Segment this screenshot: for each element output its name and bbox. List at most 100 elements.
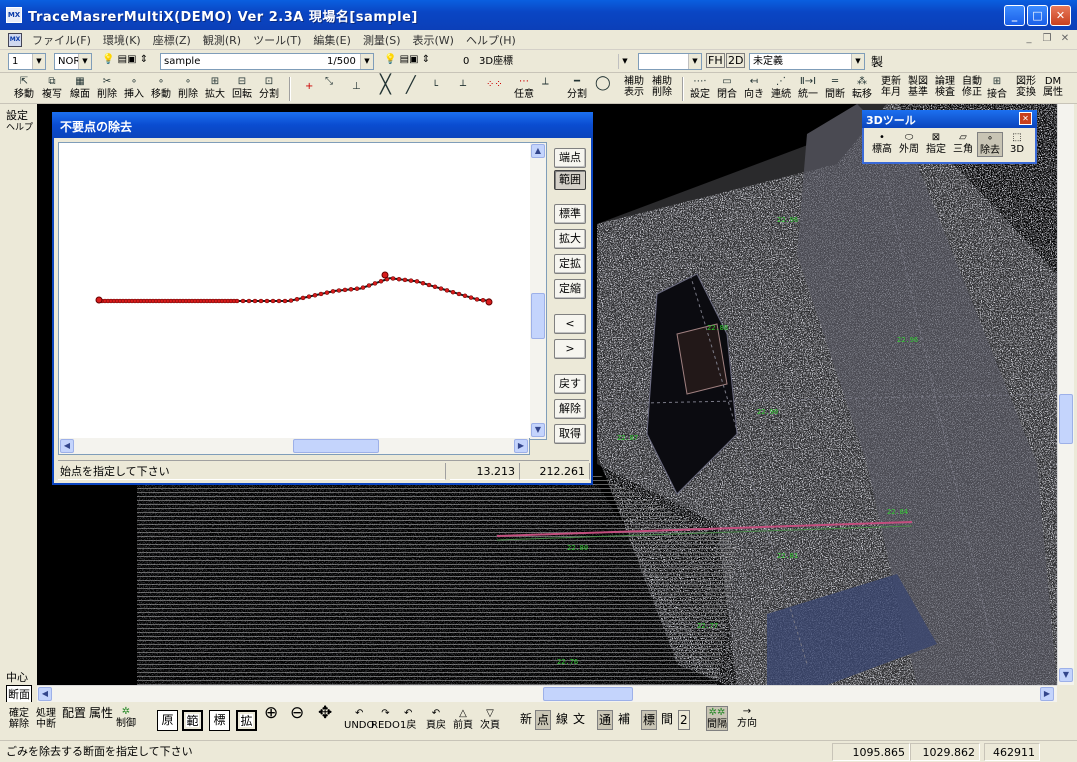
document-icon[interactable]: MX <box>8 32 22 47</box>
delete-point-button[interactable]: ∘ 削除 <box>178 76 198 100</box>
profile-point[interactable] <box>342 287 348 293</box>
elevation-tool-button[interactable]: • 標高 <box>869 132 895 155</box>
mdi-minimize-icon[interactable]: _ <box>1022 32 1036 46</box>
profile-point[interactable] <box>240 298 246 304</box>
bulb-icon[interactable]: 💡 <box>102 54 114 65</box>
profile-point[interactable] <box>336 288 342 293</box>
layer-name-combo[interactable]: sample 1/500 ▼ <box>160 53 374 70</box>
profile-point[interactable] <box>330 289 336 294</box>
acquire-button[interactable]: 取得 <box>554 424 586 444</box>
menu-edit[interactable]: 編集(E) <box>307 32 357 48</box>
profile-point[interactable] <box>306 294 312 299</box>
dialog-hscroll-thumb[interactable] <box>293 439 379 453</box>
profile-point[interactable] <box>276 298 282 304</box>
confirm-release-button[interactable]: 確定解除 <box>8 708 30 730</box>
profile-endpoint[interactable] <box>95 296 103 304</box>
perpendicular-button[interactable]: ⊥ <box>352 81 361 94</box>
scroll-up-icon[interactable]: ▲ <box>531 144 545 158</box>
release-button[interactable]: 解除 <box>554 399 586 419</box>
scroll-right-icon[interactable]: ▶ <box>1040 687 1054 701</box>
mode-line[interactable]: 線 <box>555 710 569 728</box>
section-button[interactable]: 断面 <box>6 685 32 703</box>
layer-visibility-icons[interactable]: 💡 ▤▣ ⇕ <box>102 54 148 65</box>
mode-aux[interactable]: 補 <box>617 710 631 728</box>
update-date-button[interactable]: 更新年月 <box>879 76 903 98</box>
profile-point[interactable] <box>378 279 384 284</box>
viewport-horizontal-scrollbar[interactable]: ◀ ▶ <box>37 685 1057 702</box>
gap-button[interactable]: ═ 間断 <box>825 76 845 100</box>
settings-side-button[interactable]: 設定 ヘルプ <box>6 110 36 134</box>
divide-button[interactable]: ━ 分割 <box>567 76 587 100</box>
intersect-button[interactable]: ╳ <box>380 76 391 97</box>
mode-normal[interactable]: 通 <box>597 710 614 730</box>
rotate-button[interactable]: ⊟ 回転 <box>232 76 252 100</box>
aux-delete-button[interactable]: 補助削除 <box>650 76 674 98</box>
profile-point[interactable] <box>468 295 474 300</box>
make-button[interactable]: 製 <box>871 53 883 70</box>
mode-interval[interactable]: 間 <box>660 710 674 728</box>
corner-button[interactable]: └ <box>432 81 438 94</box>
prev-page-button[interactable]: △ 前頁 <box>453 708 473 731</box>
outline-tool-button[interactable]: ⬭ 外周 <box>896 132 922 155</box>
profile-point[interactable] <box>462 293 468 299</box>
range-button[interactable]: 範囲 <box>554 170 586 190</box>
layer-icon[interactable]: ▣ <box>409 54 418 65</box>
profile-point[interactable] <box>258 298 264 304</box>
attribute-combo[interactable]: 未定義 ▼ <box>749 53 865 70</box>
minimize-button[interactable]: _ <box>1004 5 1025 26</box>
profile-point[interactable] <box>408 278 414 283</box>
profile-point[interactable] <box>270 298 276 304</box>
offset-button[interactable]: ⤡ <box>325 76 333 89</box>
enlarge-button[interactable]: ⊞ 拡大 <box>205 76 225 100</box>
profile-point[interactable] <box>348 287 354 292</box>
measure-button[interactable]: ⟂ <box>542 76 549 89</box>
profile-point[interactable] <box>288 298 294 303</box>
dialog-vertical-scrollbar[interactable]: ▲ ▼ <box>530 142 547 440</box>
dm-attribute-button[interactable]: DM属性 <box>1041 76 1065 98</box>
close-button[interactable]: ✕ <box>1050 5 1071 26</box>
menu-survey[interactable]: 測量(S) <box>357 32 407 48</box>
profile-point[interactable] <box>414 279 420 284</box>
mode-point[interactable]: 点 <box>535 710 552 730</box>
menu-coordinates[interactable]: 座標(Z) <box>147 32 197 48</box>
page-back-button[interactable]: ↶ 頁戻 <box>426 708 446 731</box>
insert-button[interactable]: ∘ 挿入 <box>124 76 144 100</box>
close-icon[interactable]: ✕ <box>1019 112 1032 125</box>
vertical-scroll-thumb[interactable] <box>1059 394 1073 444</box>
next-button[interactable]: > <box>554 339 586 359</box>
profile-point[interactable] <box>264 298 270 304</box>
chevron-down-icon[interactable]: ▼ <box>688 54 701 69</box>
profile-point[interactable] <box>360 285 366 290</box>
profile-point[interactable] <box>354 286 360 291</box>
profile-point[interactable] <box>324 290 330 295</box>
pan-icon[interactable]: ✥ <box>318 705 332 722</box>
menu-tools[interactable]: ツール(T) <box>247 32 307 48</box>
profile-point[interactable] <box>366 283 372 288</box>
profile-endpoint[interactable] <box>485 298 493 306</box>
mode-combo[interactable]: NOR ▼ <box>54 53 92 70</box>
profile-point[interactable] <box>432 284 438 290</box>
settings-button[interactable]: ⋯⋅ 設定 <box>690 76 710 100</box>
back-one-button[interactable]: ↶ 1戻 <box>400 708 416 731</box>
menu-help[interactable]: ヘルプ(H) <box>460 32 522 48</box>
dialog-horizontal-scrollbar[interactable]: ◀ ▶ <box>58 438 530 455</box>
updown-icon[interactable]: ⇕ <box>422 54 430 65</box>
zoom-in-button[interactable]: 拡大 <box>554 229 586 249</box>
profile-point[interactable] <box>390 276 396 281</box>
direction-toggle-button[interactable]: → 方向 <box>737 706 757 729</box>
profile-point[interactable] <box>396 276 402 282</box>
profile-point[interactable] <box>420 280 426 286</box>
horizontal-scroll-thumb[interactable] <box>543 687 633 701</box>
maximize-button[interactable]: □ <box>1027 5 1048 26</box>
profile-point[interactable] <box>234 298 240 304</box>
mdi-close-icon[interactable]: ✕ <box>1058 32 1072 46</box>
layer-icon[interactable]: ▣ <box>127 54 136 65</box>
scroll-left-icon[interactable]: ◀ <box>38 687 52 701</box>
fh-button[interactable]: FH <box>706 53 725 68</box>
aux-show-button[interactable]: 補助表示 <box>622 76 646 98</box>
profile-point[interactable] <box>438 286 444 291</box>
profile-point[interactable] <box>312 293 318 298</box>
mode-standard[interactable]: 標 <box>641 710 658 730</box>
profile-point[interactable] <box>456 291 462 297</box>
unify-button[interactable]: Ⅱ→Ⅰ 統一 <box>798 76 818 100</box>
